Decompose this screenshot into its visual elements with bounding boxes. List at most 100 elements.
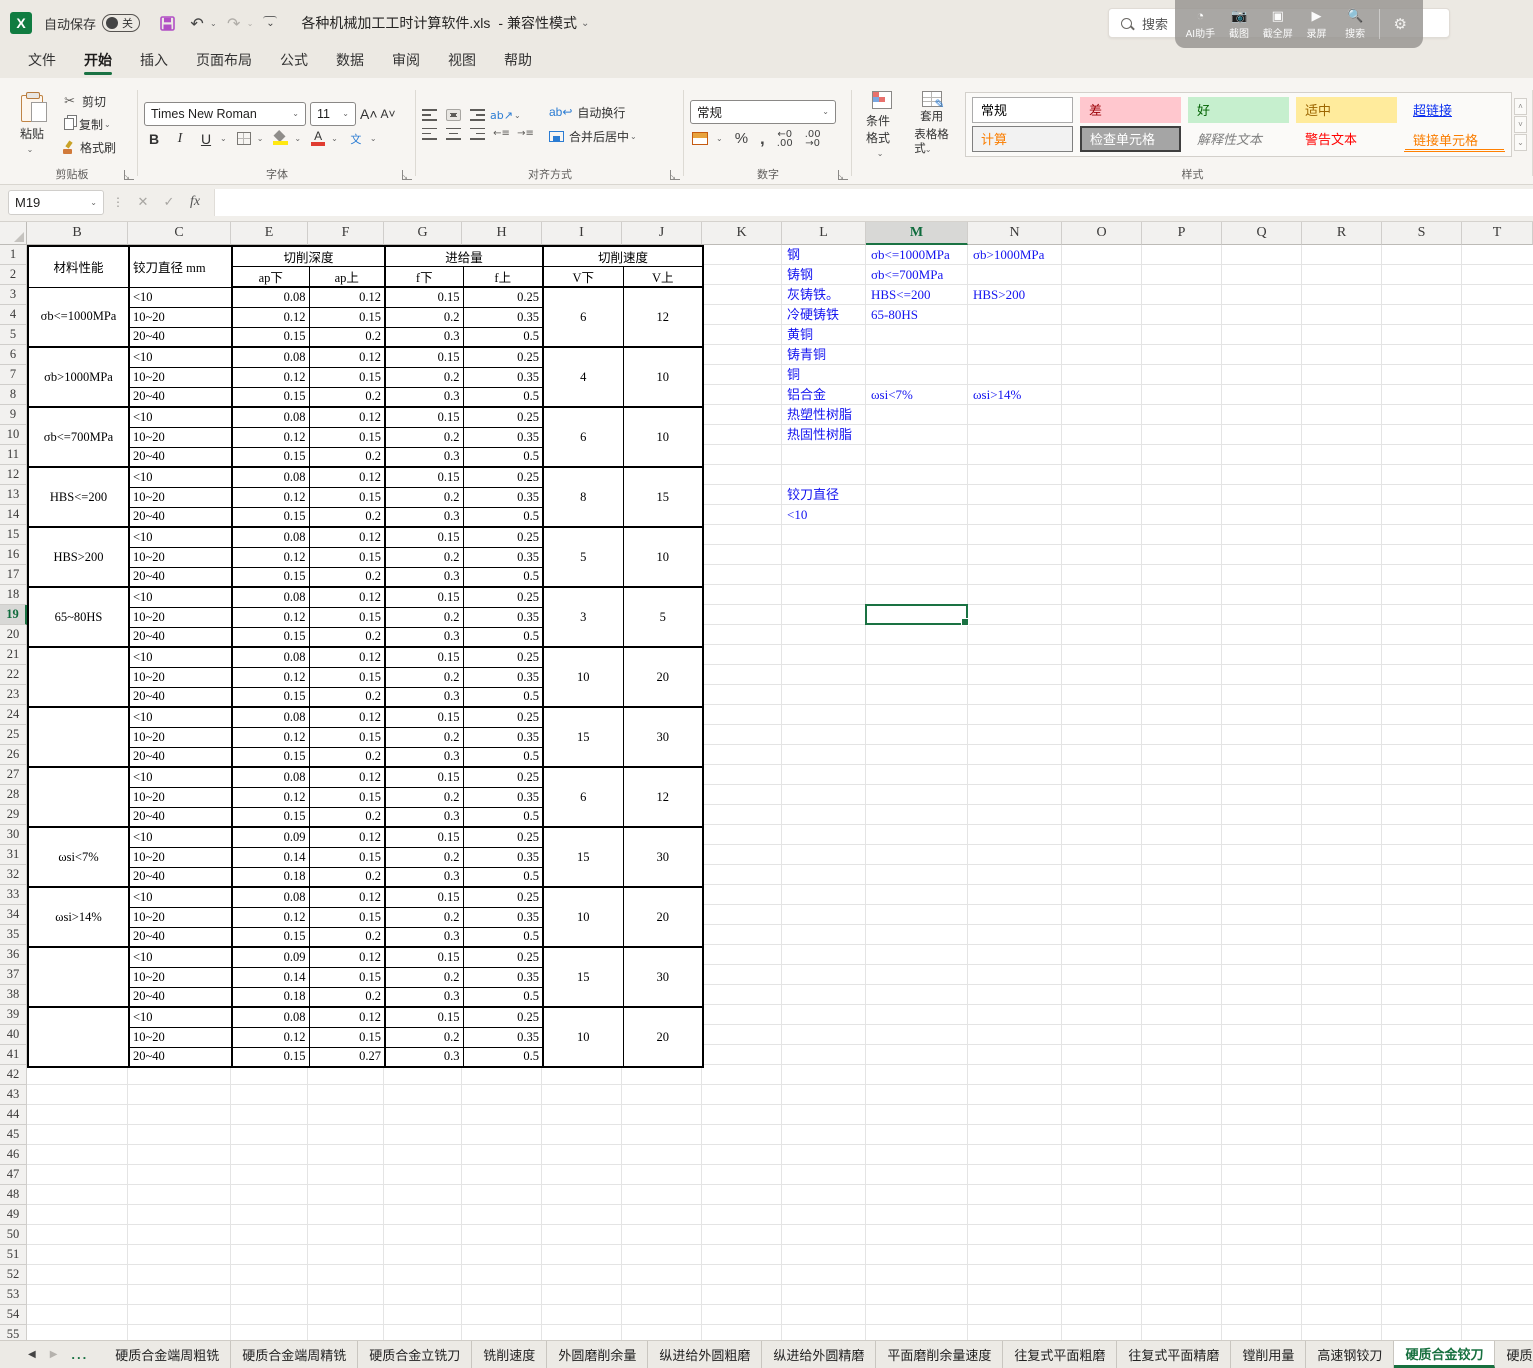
title-chevron-icon[interactable]: ⌄ — [581, 18, 589, 29]
cell-v-low[interactable]: 10 — [543, 1007, 623, 1067]
row-header-14[interactable]: 14 — [0, 505, 27, 525]
cell-f-high[interactable]: 0.35 — [463, 727, 543, 747]
cell-f-low[interactable]: 0.15 — [385, 587, 463, 607]
increase-decimal-button[interactable]: ←0.00 — [777, 130, 793, 148]
cell-v-low[interactable]: 6 — [543, 407, 623, 467]
cell-ap-high[interactable]: 0.15 — [309, 667, 385, 687]
cell-ap-high[interactable]: 0.15 — [309, 907, 385, 927]
gallery-more-icon[interactable]: ⌄ — [1514, 134, 1527, 151]
cancel-entry-button[interactable]: ✕ — [132, 194, 154, 210]
cell-ap-high[interactable]: 0.12 — [309, 1007, 385, 1027]
column-header-H[interactable]: H — [462, 222, 542, 245]
column-header-O[interactable]: O — [1062, 222, 1142, 245]
cell-diameter[interactable]: <10 — [129, 1007, 232, 1027]
header-f-low[interactable]: f下 — [385, 267, 463, 288]
column-header-R[interactable]: R — [1302, 222, 1382, 245]
ribbon-tab-审阅[interactable]: 审阅 — [380, 45, 432, 78]
cell-f-low[interactable]: 0.3 — [385, 687, 463, 707]
cell-f-high[interactable]: 0.5 — [463, 567, 543, 587]
cell-material[interactable]: 65~80HS — [28, 587, 129, 647]
row-header-27[interactable]: 27 — [0, 765, 27, 785]
cell-text-L8[interactable]: 铝合金 — [787, 385, 826, 405]
conditional-formatting-button[interactable]: 条件格式 ⌄ — [858, 87, 906, 162]
cell-ap-low[interactable]: 0.08 — [232, 347, 309, 367]
cell-f-low[interactable]: 0.15 — [385, 767, 463, 787]
cell-f-high[interactable]: 0.5 — [463, 807, 543, 827]
cell-v-low[interactable]: 8 — [543, 467, 623, 527]
sheet-tab-硬质合金端周粗铣[interactable]: 硬质合金端周粗铣 — [104, 1341, 231, 1368]
cell-v-high[interactable]: 15 — [623, 467, 703, 527]
cell-f-low[interactable]: 0.3 — [385, 807, 463, 827]
cell-ap-low[interactable]: 0.15 — [232, 687, 309, 707]
header-ap-high[interactable]: ap上 — [309, 267, 385, 288]
row-header-31[interactable]: 31 — [0, 845, 27, 865]
cell-f-low[interactable]: 0.2 — [385, 307, 463, 327]
cells-area[interactable]: 材料性能铰刀直径 mm切削深度进给量切削速度ap下ap上f下f上V下V上σb<=… — [27, 245, 1533, 1340]
sheet-tab-镗削用量[interactable]: 镗削用量 — [1231, 1341, 1306, 1368]
cell-v-high[interactable]: 20 — [623, 887, 703, 947]
font-family-select[interactable]: Times New Roman⌄ — [144, 102, 306, 126]
cell-ap-high[interactable]: 0.2 — [309, 447, 385, 467]
cell-diameter[interactable]: 20~40 — [129, 927, 232, 947]
row-header-35[interactable]: 35 — [0, 925, 27, 945]
cell-f-high[interactable]: 0.35 — [463, 847, 543, 867]
borders-button[interactable] — [237, 132, 251, 145]
cell-f-low[interactable]: 0.3 — [385, 1047, 463, 1067]
cell-f-high[interactable]: 0.5 — [463, 987, 543, 1007]
cell-f-high[interactable]: 0.35 — [463, 967, 543, 987]
align-left-button[interactable] — [422, 128, 437, 140]
row-header-32[interactable]: 32 — [0, 865, 27, 885]
row-header-8[interactable]: 8 — [0, 385, 27, 405]
autosave-toggle[interactable]: 关 — [102, 14, 140, 32]
column-header-N[interactable]: N — [968, 222, 1062, 245]
header-v-low[interactable]: V下 — [543, 267, 623, 288]
cell-material[interactable]: σb>1000MPa — [28, 347, 129, 407]
cell-ap-high[interactable]: 0.2 — [309, 807, 385, 827]
cell-style-check[interactable]: 检查单元格 — [1080, 126, 1181, 152]
row-header-7[interactable]: 7 — [0, 365, 27, 385]
row-header-19[interactable]: 19 — [0, 605, 27, 625]
cell-f-low[interactable]: 0.15 — [385, 527, 463, 547]
cell-ap-low[interactable]: 0.08 — [232, 467, 309, 487]
name-box[interactable]: M19 ⌄ — [8, 190, 104, 215]
cell-style-calc[interactable]: 计算 — [972, 126, 1073, 152]
cell-f-high[interactable]: 0.25 — [463, 887, 543, 907]
cell-style-warning[interactable]: 警告文本 — [1296, 126, 1397, 152]
cell-f-high[interactable]: 0.35 — [463, 427, 543, 447]
cell-ap-low[interactable]: 0.15 — [232, 927, 309, 947]
sheet-tab-往复式平面精磨[interactable]: 往复式平面精磨 — [1117, 1341, 1231, 1368]
header-f-high[interactable]: f上 — [463, 267, 543, 288]
bold-button[interactable]: B — [146, 131, 162, 147]
comma-button[interactable]: , — [760, 129, 765, 149]
cell-material[interactable] — [28, 1007, 129, 1067]
cell-ap-low[interactable]: 0.15 — [232, 507, 309, 527]
clipboard-dialog-launcher-icon[interactable] — [124, 170, 134, 180]
cell-ap-high[interactable]: 0.2 — [309, 327, 385, 347]
cell-ap-low[interactable]: 0.12 — [232, 607, 309, 627]
cell-ap-low[interactable]: 0.12 — [232, 367, 309, 387]
cell-v-high[interactable]: 10 — [623, 347, 703, 407]
ribbon-tab-文件[interactable]: 文件 — [16, 45, 68, 78]
cell-f-high[interactable]: 0.25 — [463, 947, 543, 967]
row-header-45[interactable]: 45 — [0, 1125, 27, 1145]
cell-v-low[interactable]: 3 — [543, 587, 623, 647]
cell-f-high[interactable]: 0.35 — [463, 787, 543, 807]
orientation-chevron-icon[interactable]: ⌄ — [514, 111, 521, 120]
header-v-high[interactable]: V上 — [623, 267, 703, 288]
number-dialog-launcher-icon[interactable] — [838, 170, 848, 180]
row-header-2[interactable]: 2 — [0, 265, 27, 285]
sheet-tab-纵进给外圆粗磨[interactable]: 纵进给外圆粗磨 — [648, 1341, 762, 1368]
row-header-18[interactable]: 18 — [0, 585, 27, 605]
cell-f-high[interactable]: 0.5 — [463, 447, 543, 467]
cell-style-good[interactable]: 好 — [1188, 97, 1289, 123]
cell-ap-low[interactable]: 0.12 — [232, 487, 309, 507]
cell-diameter[interactable]: 20~40 — [129, 867, 232, 887]
more-sheets-icon[interactable]: ... — [71, 1347, 88, 1362]
cell-ap-low[interactable]: 0.15 — [232, 627, 309, 647]
cell-f-high[interactable]: 0.5 — [463, 507, 543, 527]
prev-sheet-icon[interactable]: ◀ — [28, 1349, 36, 1360]
cell-diameter[interactable]: <10 — [129, 467, 232, 487]
format-as-table-button[interactable]: 套用 表格格式 ⌄ — [906, 87, 957, 160]
cell-ap-low[interactable]: 0.08 — [232, 1007, 309, 1027]
name-box-chevron-icon[interactable]: ⌄ — [90, 198, 97, 207]
